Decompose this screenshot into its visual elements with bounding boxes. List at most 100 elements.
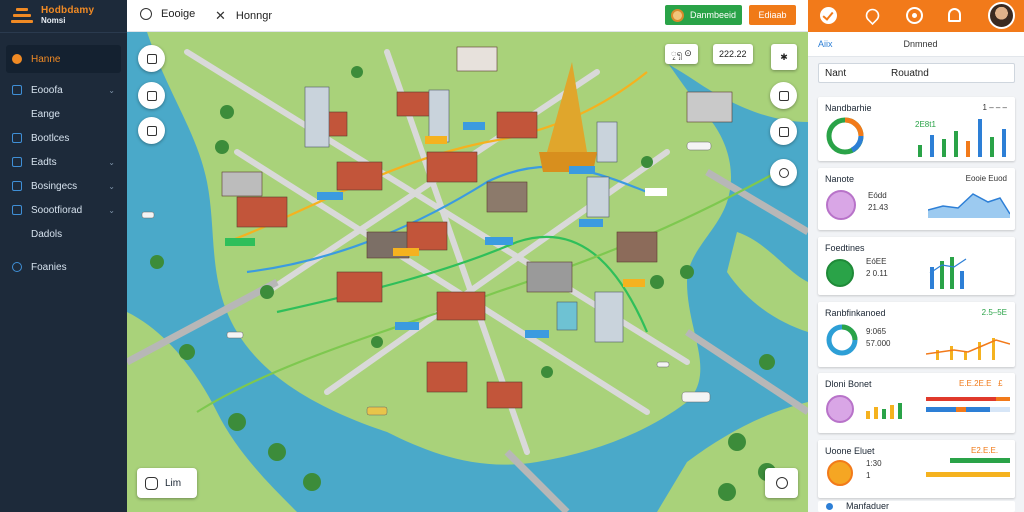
sidebar-item-2[interactable]: Eange: [6, 102, 121, 126]
map-legend-label: Lim: [165, 477, 182, 489]
map-info-pill[interactable]: ၠၡ ⊙: [665, 44, 698, 64]
sidebar: Hodbdamy Nomsi Hanne Eooofa ⌄ Eange Boot…: [0, 0, 127, 512]
target-icon[interactable]: [906, 7, 923, 24]
map-navigate-button[interactable]: ✱: [771, 44, 797, 70]
chevron-down-icon: ⌄: [108, 205, 115, 215]
chevron-down-icon: ⌄: [108, 181, 115, 191]
bell-icon[interactable]: [948, 8, 961, 22]
donut-chart-icon: [826, 117, 864, 155]
progress-bars-icon: [926, 458, 1010, 477]
map-grid-button[interactable]: [138, 117, 165, 144]
map-layers-button[interactable]: [138, 45, 165, 72]
sidebar-item-6[interactable]: Soootfiorad ⌄: [6, 198, 121, 222]
sidebar-item-1[interactable]: Eooofa ⌄: [6, 78, 121, 102]
map-info-label: ၠၡ ⊙: [671, 47, 692, 58]
top-bar: Eooige ✕ Honngr Danmbeeid Ediaab: [127, 0, 808, 32]
legend-icon: [145, 476, 158, 490]
stat-card-3[interactable]: Foedtines EóEE 2 0.11: [818, 237, 1015, 295]
sidebar-item-label: Bootlces: [31, 132, 70, 144]
card-meta: 2.5–5E: [981, 308, 1007, 317]
city-map[interactable]: ၠၡ ⊙ 222.22 ✱ Lim: [127, 32, 808, 512]
stat-card-6[interactable]: Uoone Eluet E2.E.E. 1:30 1: [818, 440, 1015, 498]
card-meta: E2.E.E.: [970, 446, 1007, 455]
box-icon: [12, 133, 22, 143]
sidebar-item-7[interactable]: Dadols: [6, 222, 121, 246]
avatar-icon: [670, 8, 684, 22]
progress-ring-icon: [826, 395, 854, 423]
brand-name: Hodbdamy: [41, 5, 95, 16]
sidebar-item-3[interactable]: Bootlces: [6, 126, 121, 150]
map-coordinate-pill[interactable]: 222.22: [713, 44, 753, 64]
donut-chart-icon: [826, 324, 858, 356]
map-camera-button[interactable]: [770, 118, 797, 145]
grid-icon: [12, 157, 22, 167]
card-meta: Eooie Euod: [965, 174, 1007, 183]
sidebar-item-8[interactable]: Foanies: [6, 255, 121, 279]
topbar-item-1-label: Eooige: [161, 8, 196, 20]
footer-item-label: Manfaduer: [846, 501, 890, 511]
avatar[interactable]: [988, 2, 1015, 29]
tab-overview[interactable]: Aiix: [818, 39, 833, 49]
progress-bars-icon: [926, 397, 1010, 412]
chart-icon: [12, 181, 22, 191]
card-title: Dloni Bonet: [825, 379, 872, 389]
bookmark-icon: [146, 90, 157, 101]
search-field[interactable]: Nant Rouatnd: [818, 63, 1015, 83]
brand[interactable]: Hodbdamy Nomsi: [0, 0, 127, 33]
card-title: Ranbfinkanoed: [825, 308, 886, 318]
orange-action-button[interactable]: Ediaab: [749, 5, 796, 25]
chevron-down-icon: ⌄: [108, 85, 115, 95]
stat-card-1[interactable]: Nandbarhie 1 – – – 2E8t1: [818, 97, 1015, 161]
map-illustration: [127, 32, 808, 512]
map-settings-button[interactable]: [765, 468, 798, 498]
sidebar-item-5[interactable]: Bosingecs ⌄: [6, 174, 121, 198]
layers-icon: [146, 53, 157, 64]
card-values: 1:30 1: [866, 459, 882, 480]
check-icon[interactable]: [820, 7, 837, 24]
settings-icon: [12, 262, 22, 272]
folder-icon: [12, 205, 22, 215]
panel-footer-item[interactable]: Manfaduer: [818, 501, 1015, 512]
clock-icon: [778, 167, 789, 178]
info-icon: [826, 503, 833, 510]
search-value: Rouatnd: [891, 67, 929, 79]
green-action-button[interactable]: Danmbeeid: [665, 5, 742, 25]
sidebar-item-label: Eange: [31, 108, 60, 120]
stat-card-5[interactable]: Dloni Bonet E.E.2E.E £: [818, 373, 1015, 433]
brand-subtitle: Nomsi: [41, 16, 66, 25]
card-title: Uoone Eluet: [825, 446, 875, 456]
line-chart-icon: [926, 338, 1010, 360]
sidebar-item-label: Foanies: [31, 261, 67, 273]
circle-icon: [140, 8, 152, 20]
progress-ring-icon: [826, 190, 856, 220]
stat-card-4[interactable]: Ranbfinkanoed 2.5–5E 9:065 57.000: [818, 302, 1015, 367]
topbar-item-1[interactable]: Eooige: [140, 8, 195, 20]
topbar-item-2[interactable]: ✕ Honngr: [215, 8, 272, 24]
tab-details[interactable]: Dnmned: [904, 39, 938, 49]
sidebar-nav: Hanne Eooofa ⌄ Eange Bootlces Eadts ⌄ Bo…: [0, 33, 127, 279]
stats-panel: Aiix Dnmned Nant Rouatnd Nandbarhie 1 – …: [808, 32, 1024, 512]
brand-logo-icon: [9, 6, 37, 26]
map-bookmark-button[interactable]: [138, 82, 165, 109]
card-values: 9:065 57.000: [866, 327, 891, 348]
sidebar-item-home[interactable]: Hanne: [6, 45, 121, 73]
sidebar-item-label: Hanne: [31, 53, 61, 65]
map-clock-button[interactable]: [770, 159, 797, 186]
sidebar-item-label: Eadts: [31, 156, 57, 168]
map-chat-button[interactable]: [770, 82, 797, 109]
brand-text: Hodbdamy Nomsi: [41, 6, 94, 26]
map-legend-button[interactable]: Lim: [137, 468, 197, 498]
sidebar-item-label: Soootfiorad: [31, 204, 83, 216]
layers-icon: [12, 109, 22, 119]
stat-card-2[interactable]: Nanote Eooie Euod Eódd 21.43: [818, 168, 1015, 230]
area-chart-icon: [928, 193, 1010, 218]
sidebar-item-4[interactable]: Eadts ⌄: [6, 150, 121, 174]
settings-icon: [775, 477, 788, 489]
orange-action-label: Ediaab: [758, 10, 787, 20]
sidebar-item-label: Dadols: [31, 228, 63, 240]
heart-icon[interactable]: [862, 5, 883, 26]
doc-icon: [12, 229, 22, 239]
card-title: Nanote: [825, 174, 855, 184]
topbar-item-2-label: Honngr: [235, 10, 272, 22]
status-circle-icon: [826, 259, 854, 287]
